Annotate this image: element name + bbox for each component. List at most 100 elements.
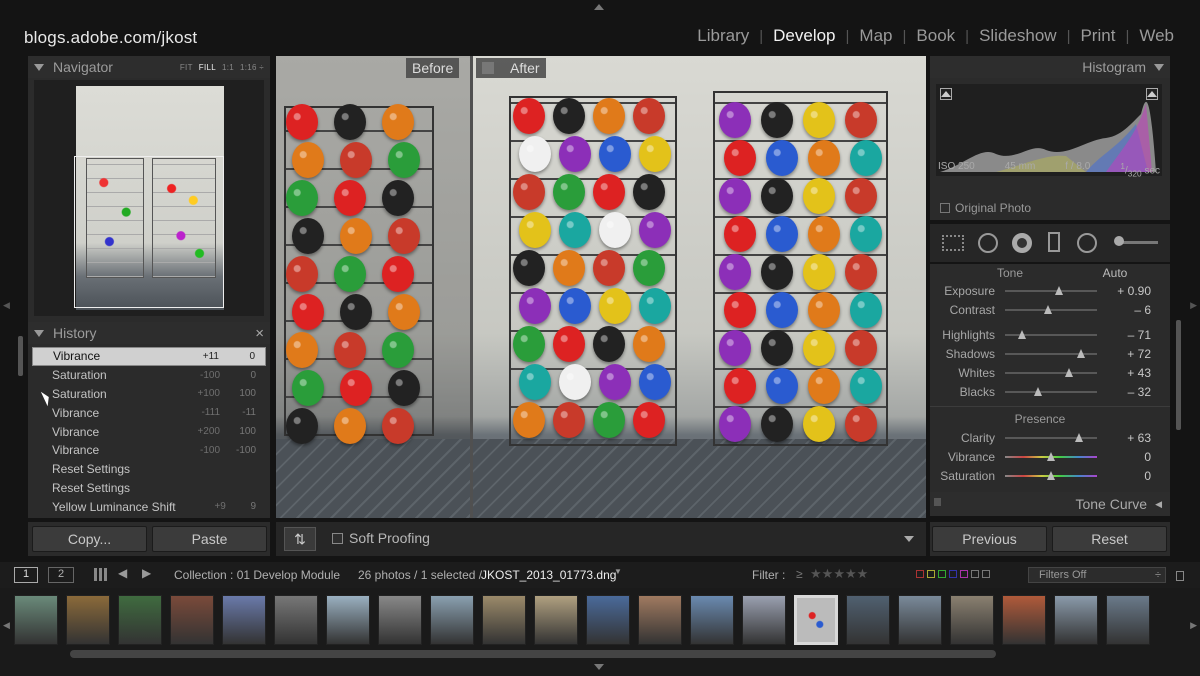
filmstrip-thumbnail[interactable]	[222, 595, 266, 645]
purple-label-icon[interactable]	[960, 570, 968, 578]
slider-track[interactable]	[1005, 367, 1097, 377]
slider-blacks[interactable]: Blacks – 32	[930, 382, 1151, 401]
filmstrip-scrollbar[interactable]	[70, 650, 996, 658]
star-icon[interactable]: ★	[845, 566, 857, 581]
filmstrip-thumbnail[interactable]	[1054, 595, 1098, 645]
slider-track[interactable]	[1005, 470, 1097, 480]
slider-saturation[interactable]: Saturation 0	[930, 466, 1151, 485]
none-label-icon[interactable]	[982, 570, 990, 578]
slider-knob-icon[interactable]	[1017, 329, 1026, 339]
toolbar-menu-icon[interactable]	[904, 536, 914, 542]
filmstrip-thumbnail[interactable]	[898, 595, 942, 645]
red-eye-icon[interactable]	[1012, 233, 1032, 253]
slider-value[interactable]: 0	[1097, 450, 1151, 464]
slider-knob-icon[interactable]	[1077, 348, 1086, 358]
gray-label-icon[interactable]	[971, 570, 979, 578]
star-icon[interactable]: ★	[822, 566, 834, 581]
slider-track[interactable]	[1005, 432, 1097, 442]
rating-compare-icon[interactable]: ≥	[796, 567, 803, 581]
slider-value[interactable]: – 71	[1097, 328, 1151, 342]
module-print[interactable]: Print	[1070, 26, 1125, 46]
history-step[interactable]: Saturation +100 100	[32, 385, 266, 404]
filmstrip-thumbnail[interactable]	[66, 595, 110, 645]
left-panel-scrollbar[interactable]	[18, 336, 23, 376]
show-right-panel-icon[interactable]: ▶	[1190, 300, 1197, 311]
history-step[interactable]: Reset Settings	[32, 479, 266, 498]
zoom-option[interactable]: FILL	[199, 63, 216, 72]
slider-track[interactable]	[1005, 304, 1097, 314]
navigator-preview[interactable]	[34, 80, 264, 316]
filters-off-select[interactable]: Filters Off ÷	[1028, 567, 1166, 583]
slider-knob-icon[interactable]	[1055, 285, 1064, 295]
navigator-header[interactable]: Navigator FIT FILL 1:1 1:16 ÷	[28, 56, 270, 78]
filmstrip-thumbnail[interactable]	[534, 595, 578, 645]
after-image[interactable]	[473, 56, 926, 518]
filmstrip-thumbnail[interactable]	[1106, 595, 1150, 645]
history-step[interactable]: Reset Settings	[32, 460, 266, 479]
filmstrip-left-arrow-icon[interactable]: ◀	[3, 620, 10, 631]
show-filmstrip-icon[interactable]	[594, 664, 604, 670]
soft-proofing-checkbox[interactable]	[332, 533, 343, 544]
history-step[interactable]: Yellow Luminance Shift +9 9	[32, 497, 266, 516]
slider-exposure[interactable]: Exposure + 0.90	[930, 281, 1151, 300]
forward-arrow-icon[interactable]: ▶	[142, 566, 151, 580]
filmstrip-right-arrow-icon[interactable]: ▶	[1190, 620, 1197, 631]
zoom-option[interactable]: FIT	[180, 63, 193, 72]
previous-button[interactable]: Previous	[932, 526, 1047, 552]
slider-value[interactable]: – 6	[1097, 303, 1151, 317]
paste-button[interactable]: Paste	[152, 526, 267, 552]
filter-lock-icon[interactable]	[1176, 571, 1184, 581]
slider-track[interactable]	[1005, 451, 1097, 461]
graduated-filter-icon[interactable]	[1048, 232, 1060, 252]
reset-button[interactable]: Reset	[1052, 526, 1167, 552]
module-web[interactable]: Web	[1129, 26, 1184, 46]
collapse-triangle-icon[interactable]: ◀	[1155, 499, 1162, 510]
history-step[interactable]: Vibrance +11 0	[32, 347, 266, 366]
color-label-filter[interactable]	[916, 570, 990, 578]
slider-vibrance[interactable]: Vibrance 0	[930, 447, 1151, 466]
module-slideshow[interactable]: Slideshow	[969, 26, 1067, 46]
filmstrip-thumbnail[interactable]	[638, 595, 682, 645]
slider-track[interactable]	[1005, 348, 1097, 358]
collection-source[interactable]: Collection : 01 Develop Module	[174, 568, 340, 582]
slider-knob-icon[interactable]	[1074, 432, 1083, 442]
slider-track[interactable]	[1005, 285, 1097, 295]
grid-view-icon[interactable]	[94, 568, 107, 581]
filmstrip-thumbnail[interactable]	[14, 595, 58, 645]
panel-switch-icon[interactable]	[934, 498, 941, 506]
main-window-button[interactable]: 1	[14, 567, 38, 583]
filmstrip-thumbnail[interactable]	[1002, 595, 1046, 645]
show-left-panel-icon[interactable]: ◀	[3, 300, 10, 311]
slider-knob-icon[interactable]	[1044, 304, 1053, 314]
filmstrip-thumbnail[interactable]	[846, 595, 890, 645]
radial-filter-icon[interactable]	[1077, 233, 1097, 253]
crop-tool-icon[interactable]	[942, 235, 964, 251]
zoom-option[interactable]: 1:16 ÷	[240, 63, 264, 72]
slider-knob-icon[interactable]	[1065, 367, 1074, 377]
filmstrip-thumbnail[interactable]	[950, 595, 994, 645]
secondary-window-button[interactable]: 2	[48, 567, 74, 583]
filename-menu-icon[interactable]: ▼	[614, 567, 622, 576]
module-map[interactable]: Map	[849, 26, 902, 46]
module-develop[interactable]: Develop	[763, 26, 845, 46]
collapse-triangle-icon[interactable]	[34, 329, 44, 337]
filmstrip-thumbnail[interactable]	[482, 595, 526, 645]
slider-clarity[interactable]: Clarity + 63	[930, 428, 1151, 447]
slider-shadows[interactable]: Shadows + 72	[930, 344, 1151, 363]
slider-value[interactable]: – 32	[1097, 385, 1151, 399]
star-icon[interactable]: ★	[810, 566, 822, 581]
slider-value[interactable]: + 72	[1097, 347, 1151, 361]
slider-whites[interactable]: Whites + 43	[930, 363, 1151, 382]
history-step[interactable]: Vibrance -111 -11	[32, 403, 266, 422]
red-label-icon[interactable]	[916, 570, 924, 578]
slider-contrast[interactable]: Contrast – 6	[930, 300, 1151, 319]
filmstrip-thumbnail[interactable]	[794, 595, 838, 645]
yellow-label-icon[interactable]	[927, 570, 935, 578]
copy-button[interactable]: Copy...	[32, 526, 147, 552]
filmstrip-thumbnail[interactable]	[378, 595, 422, 645]
filmstrip-thumbnail[interactable]	[430, 595, 474, 645]
before-image[interactable]	[276, 56, 470, 518]
filmstrip-thumbnail[interactable]	[742, 595, 786, 645]
slider-knob-icon[interactable]	[1034, 386, 1043, 396]
zoom-option[interactable]: 1:1	[222, 63, 234, 72]
